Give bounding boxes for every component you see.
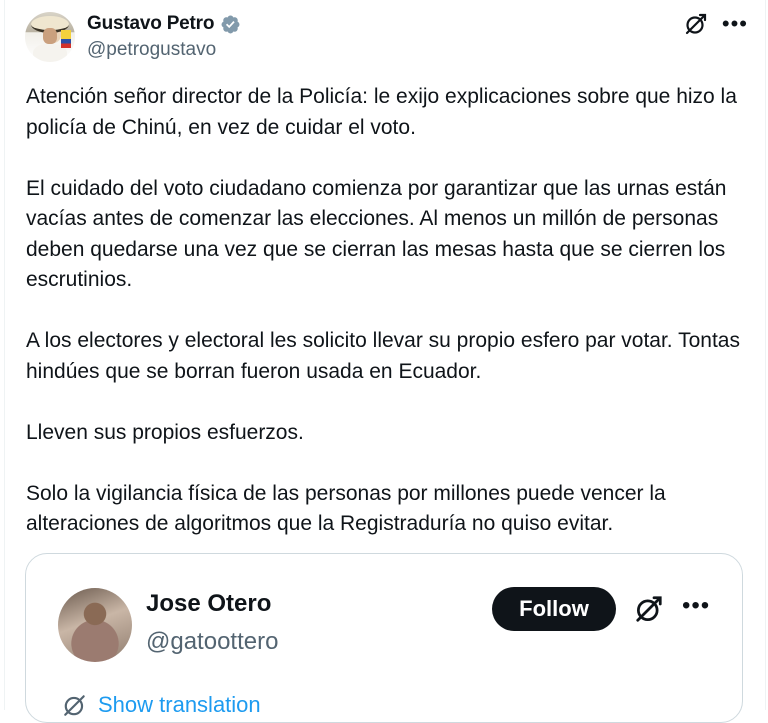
translate-icon (64, 695, 85, 716)
quoted-tweet-card[interactable]: Jose Otero @gatoottero Follow ••• Show t… (25, 553, 743, 723)
tweet-paragraph: Solo la vigilancia física de las persona… (26, 481, 666, 536)
author-avatar[interactable] (25, 12, 75, 62)
header-actions: ••• (684, 12, 748, 36)
tweet-paragraph: El cuidado del voto ciudadano comienza p… (26, 176, 727, 292)
frame-border-left (4, 0, 5, 710)
quoted-author-display-name[interactable]: Jose Otero (146, 590, 271, 618)
tweet-text: Atención señor director de la Policía: l… (26, 82, 751, 570)
author-display-name[interactable]: Gustavo Petro (87, 13, 214, 35)
grok-icon[interactable] (634, 594, 664, 624)
quoted-author-handle[interactable]: @gatoottero (146, 628, 278, 656)
tweet-paragraph: Atención señor director de la Policía: l… (26, 85, 737, 139)
verified-badge-icon (221, 15, 240, 33)
author-name-row: Gustavo Petro (87, 12, 241, 36)
frame-border-right (765, 0, 766, 710)
follow-button[interactable]: Follow (492, 587, 616, 631)
more-icon[interactable]: ••• (722, 13, 748, 35)
more-icon[interactable]: ••• (682, 594, 710, 618)
avatar-flag (61, 30, 71, 48)
show-translation-label: Show translation (98, 692, 261, 717)
grok-icon[interactable] (684, 12, 708, 36)
avatar-face (43, 28, 57, 44)
quoted-author-avatar[interactable] (58, 588, 132, 662)
tweet-header: Gustavo Petro @petrogustavo ••• (25, 12, 748, 64)
tweet-paragraph: Lleven sus propios esfuerzos. (26, 420, 304, 444)
show-translation-link[interactable]: Show translation (62, 692, 261, 718)
author-handle[interactable]: @petrogustavo (87, 39, 216, 61)
tweet-paragraph: A los electores y electoral les solicito… (26, 329, 740, 383)
